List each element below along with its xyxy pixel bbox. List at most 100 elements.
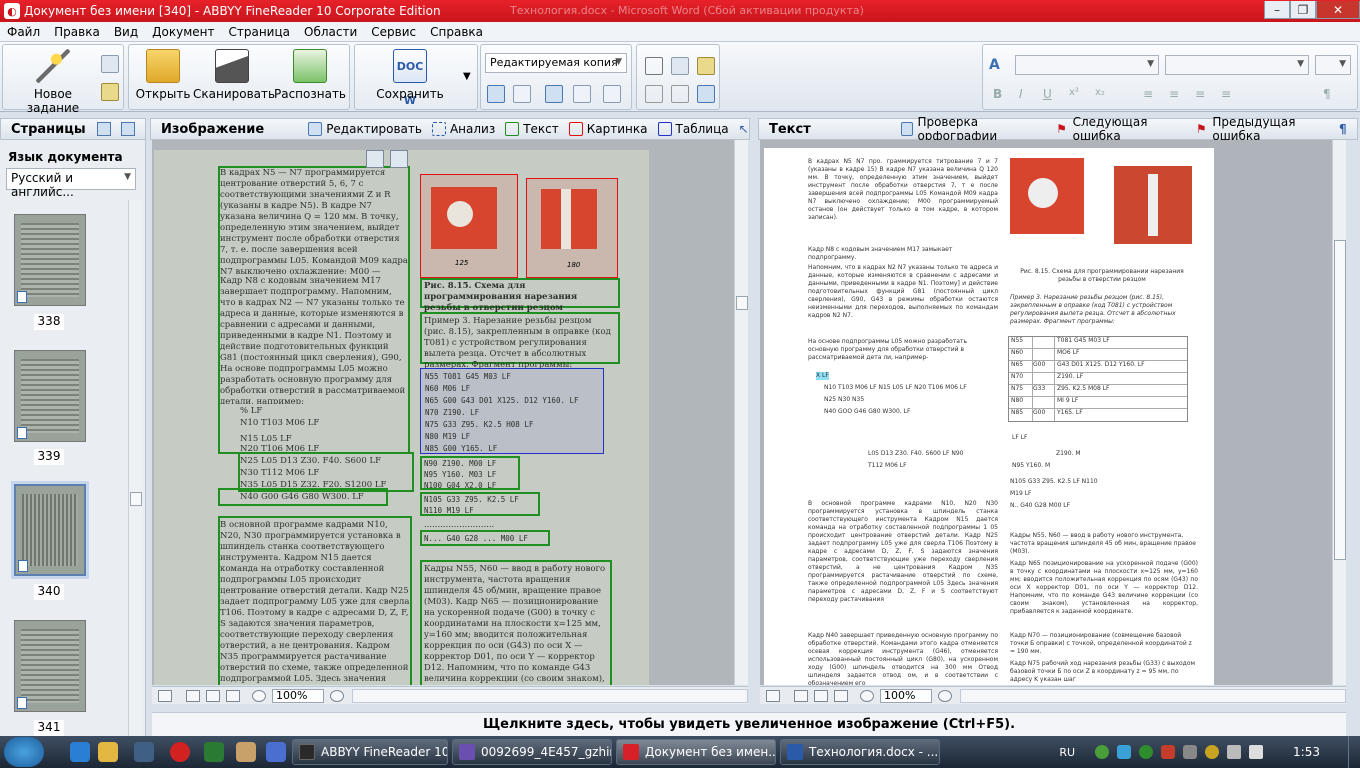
float-zoom-icon[interactable] <box>366 150 384 168</box>
archive-icon[interactable] <box>236 742 256 762</box>
align-right-icon[interactable]: ≡ <box>1195 87 1205 101</box>
tray-info-icon[interactable] <box>1139 745 1154 759</box>
network-icon[interactable] <box>1227 745 1242 759</box>
fit-width-icon[interactable] <box>206 689 220 702</box>
next-error-button[interactable]: ⚑ Следующая ошибка <box>1056 115 1186 143</box>
tray-update-icon[interactable] <box>1161 745 1176 759</box>
menu-edit[interactable]: Правка <box>47 25 107 39</box>
text-area-box[interactable] <box>218 488 388 506</box>
superscript-icon[interactable]: x² <box>1069 87 1079 98</box>
recognized-figure-left[interactable] <box>1010 158 1084 234</box>
save-button[interactable]: DOC W Сохранить <box>367 49 453 107</box>
menu-help[interactable]: Справка <box>423 25 490 39</box>
scrollbar-thumb[interactable] <box>130 492 142 506</box>
page-up-icon[interactable] <box>121 122 135 136</box>
recognized-program-line[interactable]: N105 G33 Z95. K2.5 LF N110 <box>1010 478 1098 486</box>
page-thumbnail[interactable] <box>14 214 86 306</box>
paragraph-marks-icon[interactable]: ¶ <box>1323 87 1331 101</box>
copy-icon[interactable] <box>671 57 689 75</box>
scroll-up-icon[interactable] <box>766 689 780 702</box>
recognized-program-line[interactable]: N10 T103 M06 LF N15 L05 LF N20 T106 M06 … <box>824 384 994 392</box>
scan-button[interactable]: Сканировать <box>193 49 275 101</box>
menu-file[interactable]: Файл <box>0 25 47 39</box>
underline-icon[interactable]: U <box>1043 87 1052 101</box>
recognized-program-line[interactable]: T112 M06 LF <box>868 462 907 470</box>
taskbar-item-document[interactable]: Документ без имен... <box>616 739 776 765</box>
app-icon[interactable] <box>266 742 286 762</box>
pages-scrollbar[interactable] <box>128 200 142 736</box>
tray-sun-icon[interactable] <box>1205 745 1220 759</box>
recognized-program-line[interactable]: M19 LF <box>1010 490 1032 498</box>
image-horizontal-scrollbar[interactable] <box>352 688 748 703</box>
text-area-box[interactable]: Пример 3. Нарезание резьбы резцом (рис. … <box>420 312 620 370</box>
image-view[interactable]: В кадрах N5 — N7 программируется центров… <box>152 140 748 685</box>
cut-icon[interactable] <box>645 57 663 75</box>
recognized-program-line[interactable]: X LF <box>816 372 829 380</box>
opera-icon[interactable] <box>170 742 190 762</box>
text-area-box[interactable] <box>218 516 412 685</box>
justify-icon[interactable]: ≡ <box>1221 87 1231 101</box>
page-thumbnail[interactable] <box>14 620 86 712</box>
zoom-in-icon[interactable] <box>938 689 952 702</box>
new-task-button[interactable]: Новое задание <box>7 49 99 115</box>
spell-check-button[interactable]: Проверка орфографии <box>900 115 1046 143</box>
recognized-program-line[interactable]: L05 D13 Z30. F40. S600 LF N90 <box>868 450 964 458</box>
page-thumbnail-selected[interactable] <box>11 481 89 579</box>
recognized-program-line[interactable]: N25 N30 N35 <box>824 396 864 404</box>
menu-page[interactable]: Страница <box>222 25 298 39</box>
recognized-line[interactable]: LF LF <box>1012 434 1028 442</box>
recognized-program-line[interactable]: Z190. M <box>1056 450 1081 458</box>
paste-icon[interactable] <box>697 57 715 75</box>
new-document-icon[interactable] <box>101 55 119 73</box>
scroll-up-icon[interactable] <box>158 689 172 702</box>
taskbar-item-image[interactable]: 0092699_4E457_gzhir... <box>452 739 612 765</box>
clock[interactable]: 1:53 <box>1293 745 1320 759</box>
abbyy-app-icon[interactable]: ◐ <box>4 3 20 19</box>
start-button-icon[interactable] <box>4 737 44 767</box>
recognized-program-line[interactable]: N40 GOO G46 G80 W300. LF <box>824 408 910 416</box>
recognized-figure-right[interactable] <box>1114 166 1192 244</box>
font-style-select[interactable]: ▼ <box>1015 55 1159 75</box>
edit-image-tool[interactable]: Редактировать <box>308 122 422 136</box>
image-zoom-select[interactable]: 100% <box>272 688 324 703</box>
text-horizontal-scrollbar[interactable] <box>960 688 1346 703</box>
font-size-select[interactable]: ▼ <box>1315 55 1351 75</box>
explorer-folder-icon[interactable] <box>98 742 118 762</box>
menu-view[interactable]: Вид <box>107 25 145 39</box>
recognized-paragraph[interactable]: В основной программе кадрами N10, N20 N3… <box>808 500 998 632</box>
recognize-button[interactable]: Распознать <box>273 49 347 101</box>
save-format-select[interactable]: Редактируемая копия ▼ <box>485 53 627 73</box>
zoom-out-icon[interactable] <box>860 689 874 702</box>
style-icon[interactable]: A <box>989 57 1007 75</box>
fit-page-icon[interactable] <box>186 689 200 702</box>
recognized-document-page[interactable]: В кадрах N5 N7 про. граммируется титрова… <box>764 148 1214 685</box>
task-list-icon[interactable] <box>101 83 119 101</box>
picture-area-box[interactable]: 180 <box>526 178 618 278</box>
text-area-box[interactable]: N105 G33 Z95. K2.5 LF N110 M19 LF <box>420 492 540 516</box>
recognized-paragraph[interactable]: Кадр N8 с кодовым значением M17 замыкает… <box>808 246 998 262</box>
float-fit-icon[interactable] <box>390 150 408 168</box>
menu-tools[interactable]: Сервис <box>364 25 423 39</box>
open-button[interactable]: Открыть <box>133 49 193 101</box>
analyze-tool[interactable]: Анализ <box>431 122 495 136</box>
layout-exact-icon[interactable] <box>487 85 505 103</box>
text-area-box[interactable]: N... G40 G28 ... M00 LF <box>420 530 550 546</box>
pointer-tool[interactable]: ↖ <box>739 122 757 136</box>
text-view[interactable]: В кадрах N5 N7 про. граммируется титрова… <box>760 140 1346 685</box>
subscript-icon[interactable]: x₂ <box>1095 87 1105 98</box>
recognized-paragraph[interactable]: Кадр N75 рабочий ход нарезания резьбы (G… <box>1010 660 1198 685</box>
volume-icon[interactable] <box>1249 745 1264 759</box>
actual-size-icon[interactable] <box>834 689 848 702</box>
internet-explorer-icon[interactable] <box>70 742 90 762</box>
tray-app-icon[interactable] <box>1117 745 1132 759</box>
page-thumbnail[interactable] <box>14 350 86 442</box>
undo-icon[interactable] <box>645 85 663 103</box>
scanned-page[interactable]: В кадрах N5 — N7 программируется центров… <box>154 150 649 685</box>
taskbar-item-word[interactable]: Технология.docx - ... <box>780 739 940 765</box>
recognized-paragraph[interactable]: Кадр N40 завершает приведенную основную … <box>808 632 998 685</box>
save-dropdown-arrow-icon[interactable]: ▼ <box>463 71 471 82</box>
maximize-button[interactable]: ❐ <box>1290 1 1316 19</box>
show-desktop-button[interactable] <box>1348 736 1360 768</box>
align-center-icon[interactable]: ≡ <box>1169 87 1179 101</box>
close-button[interactable]: ✕ <box>1316 1 1360 19</box>
